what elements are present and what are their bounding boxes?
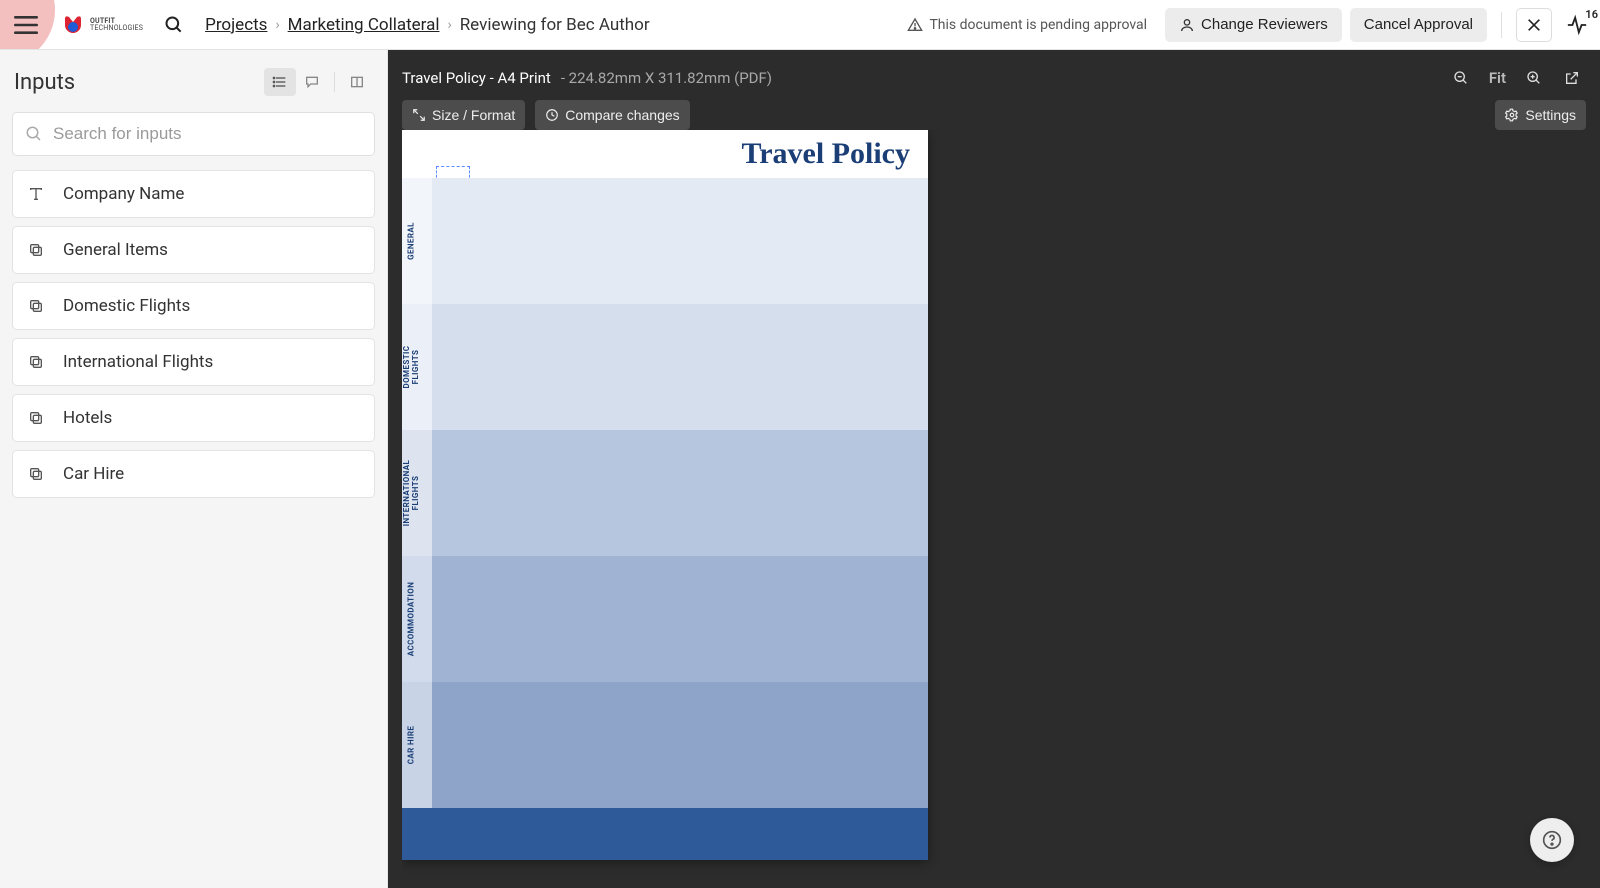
section-label: GENERAL: [407, 181, 416, 301]
document-dimensions: - 224.82mm X 311.82mm (PDF): [561, 69, 772, 87]
change-reviewers-button[interactable]: Change Reviewers: [1165, 8, 1342, 42]
section-label: INTERNATIONAL FLIGHTS: [402, 433, 420, 553]
section-body: [432, 556, 928, 682]
chevron-right-icon: ›: [447, 17, 451, 33]
input-card[interactable]: Car Hire: [12, 450, 375, 498]
zoom-fit-label[interactable]: Fit: [1489, 69, 1506, 87]
breadcrumb-folder[interactable]: Marketing Collateral: [288, 15, 440, 35]
document-page[interactable]: Travel Policy GENERAL DOMESTIC FLIGHTS INT…: [402, 130, 928, 860]
columns-icon: [349, 74, 365, 90]
section-label: DOMESTIC FLIGHTS: [402, 307, 420, 427]
section-body: [432, 178, 928, 304]
copy-icon: [27, 410, 45, 426]
doc-footer-band: [402, 808, 928, 860]
breadcrumb-current: Reviewing for Bec Author: [460, 15, 650, 35]
document-toolbar: Travel Policy - A4 Print - 224.82mm X 31…: [402, 64, 1586, 92]
chevron-right-icon: ›: [275, 17, 279, 33]
top-header: OUTFIT TECHNOLOGIES Projects › Marketing…: [0, 0, 1600, 50]
close-button[interactable]: [1516, 8, 1552, 42]
brand-mark-icon: [60, 12, 86, 38]
input-card[interactable]: Hotels: [12, 394, 375, 442]
settings-button[interactable]: Settings: [1495, 100, 1586, 130]
gear-icon: [1505, 108, 1519, 122]
view-list-button[interactable]: [264, 68, 296, 96]
user-icon: [1179, 17, 1195, 33]
doc-section: ACCOMMODATION: [402, 556, 928, 682]
sidebar-search-input[interactable]: [53, 124, 362, 144]
input-card[interactable]: General Items: [12, 226, 375, 274]
sidebar-view-toggle: [264, 68, 373, 96]
view-columns-button[interactable]: [341, 68, 373, 96]
canvas-area: Travel Policy - A4 Print - 224.82mm X 31…: [388, 50, 1600, 888]
input-card-label: Company Name: [63, 184, 184, 204]
activity-button[interactable]: 16: [1566, 14, 1588, 36]
breadcrumb-projects[interactable]: Projects: [205, 15, 267, 35]
input-card-label: International Flights: [63, 352, 213, 372]
zoom-out-icon: [1453, 70, 1469, 86]
input-card[interactable]: International Flights: [12, 338, 375, 386]
document-name: Travel Policy - A4 Print: [402, 69, 551, 87]
section-body: [432, 304, 928, 430]
help-icon: [1542, 830, 1562, 850]
copy-icon: [27, 298, 45, 314]
doc-section: DOMESTIC FLIGHTS: [402, 304, 928, 430]
compare-changes-button[interactable]: Compare changes: [535, 100, 689, 130]
section-label: ACCOMMODATION: [407, 559, 416, 679]
cancel-approval-button[interactable]: Cancel Approval: [1350, 8, 1487, 42]
doc-section: INTERNATIONAL FLIGHTS: [402, 430, 928, 556]
clock-icon: [545, 108, 559, 122]
copy-icon: [27, 466, 45, 482]
copy-icon: [27, 242, 45, 258]
zoom-out-button[interactable]: [1447, 64, 1475, 92]
search-icon: [25, 125, 43, 143]
size-format-button[interactable]: Size / Format: [402, 100, 525, 130]
brand-logo[interactable]: OUTFIT TECHNOLOGIES: [60, 12, 143, 38]
sidebar-search[interactable]: [12, 112, 375, 156]
divider: [334, 72, 335, 92]
help-button[interactable]: [1530, 818, 1574, 862]
doc-section: CAR HIRE: [402, 682, 928, 808]
section-label: CAR HIRE: [407, 685, 416, 805]
warning-icon: [907, 17, 923, 33]
open-external-button[interactable]: [1558, 64, 1586, 92]
expand-icon: [412, 108, 426, 122]
menu-button[interactable]: [4, 3, 48, 47]
input-card[interactable]: Company Name: [12, 170, 375, 218]
search-icon: [164, 15, 184, 35]
input-card-label: General Items: [63, 240, 168, 260]
sidebar-title: Inputs: [14, 70, 75, 95]
section-body: [432, 430, 928, 556]
comment-icon: [304, 74, 320, 90]
divider: [1501, 12, 1502, 38]
list-icon: [272, 74, 288, 90]
inputs-sidebar: Inputs: [0, 50, 388, 888]
external-link-icon: [1564, 70, 1580, 86]
input-card-label: Car Hire: [63, 464, 124, 484]
global-search-button[interactable]: [157, 8, 191, 42]
copy-icon: [27, 354, 45, 370]
zoom-in-button[interactable]: [1520, 64, 1548, 92]
input-card-label: Domestic Flights: [63, 296, 190, 316]
section-body: [432, 682, 928, 808]
view-comments-button[interactable]: [296, 68, 328, 96]
brand-text: OUTFIT TECHNOLOGIES: [90, 18, 143, 32]
hamburger-icon: [14, 16, 38, 34]
text-icon: [27, 186, 45, 202]
doc-section: GENERAL: [402, 178, 928, 304]
activity-count: 16: [1585, 8, 1598, 21]
input-card-label: Hotels: [63, 408, 112, 428]
page-title: Travel Policy: [402, 130, 928, 178]
input-card[interactable]: Domestic Flights: [12, 282, 375, 330]
breadcrumb: Projects › Marketing Collateral › Review…: [205, 15, 650, 35]
zoom-in-icon: [1526, 70, 1542, 86]
pending-approval-label: This document is pending approval: [907, 17, 1147, 33]
close-icon: [1526, 17, 1542, 33]
